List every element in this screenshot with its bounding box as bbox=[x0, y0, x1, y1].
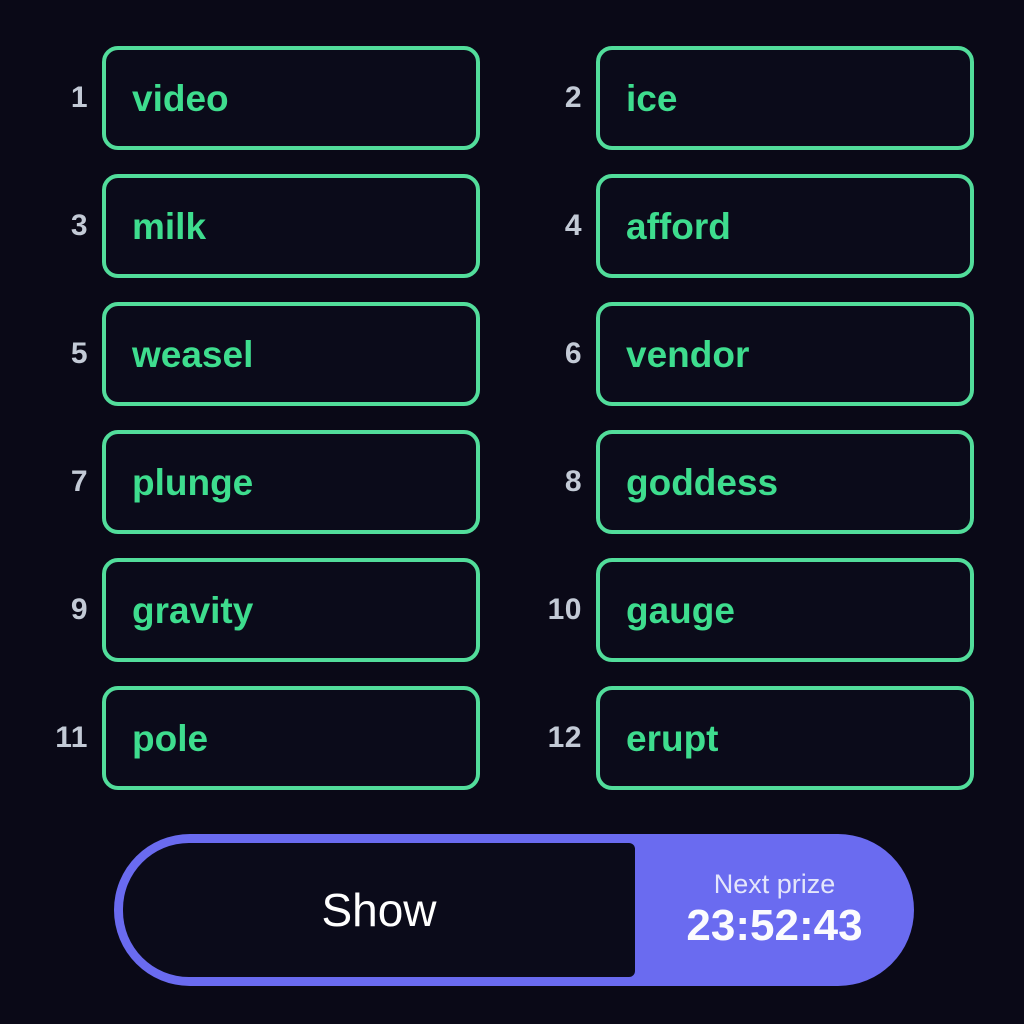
word-row: 12 erupt bbox=[544, 684, 974, 792]
action-bar: Show Next prize 23:52:43 bbox=[114, 834, 914, 986]
word-box[interactable]: gravity bbox=[102, 558, 480, 662]
word-box[interactable]: milk bbox=[102, 174, 480, 278]
word-box[interactable]: goddess bbox=[596, 430, 974, 534]
word-label: erupt bbox=[626, 717, 719, 759]
word-label: weasel bbox=[132, 333, 254, 375]
word-box[interactable]: erupt bbox=[596, 686, 974, 790]
word-row: 6 vendor bbox=[544, 300, 974, 408]
word-index: 2 bbox=[564, 81, 582, 114]
word-index: 6 bbox=[564, 337, 582, 370]
word-label: milk bbox=[132, 205, 207, 247]
word-box[interactable]: video bbox=[102, 46, 480, 150]
word-row: 5 weasel bbox=[50, 300, 480, 408]
word-row: 11 pole bbox=[50, 684, 480, 792]
app-screen: 1 video 2 ice 3 milk 4 afford 5 weasel 6… bbox=[0, 0, 1024, 1024]
word-label: vendor bbox=[626, 333, 750, 375]
word-box[interactable]: vendor bbox=[596, 302, 974, 406]
word-box[interactable]: pole bbox=[102, 686, 480, 790]
word-label: gauge bbox=[626, 589, 735, 631]
word-index: 10 bbox=[547, 593, 582, 626]
word-index: 12 bbox=[547, 721, 582, 754]
word-box[interactable]: gauge bbox=[596, 558, 974, 662]
word-label: gravity bbox=[132, 589, 254, 631]
word-box[interactable]: plunge bbox=[102, 430, 480, 534]
word-label: ice bbox=[626, 77, 678, 119]
word-grid: 1 video 2 ice 3 milk 4 afford 5 weasel 6… bbox=[50, 44, 974, 792]
word-row: 3 milk bbox=[50, 172, 480, 280]
show-button-label: Show bbox=[321, 884, 437, 936]
word-row: 8 goddess bbox=[544, 428, 974, 536]
word-label: pole bbox=[132, 717, 209, 759]
word-box[interactable]: ice bbox=[596, 46, 974, 150]
word-index: 5 bbox=[70, 337, 88, 370]
word-index: 7 bbox=[70, 465, 88, 498]
word-index: 1 bbox=[70, 81, 88, 114]
word-row: 2 ice bbox=[544, 44, 974, 152]
word-label: video bbox=[132, 77, 229, 119]
word-row: 4 afford bbox=[544, 172, 974, 280]
word-index: 9 bbox=[70, 593, 88, 626]
next-prize-label: Next prize bbox=[713, 868, 836, 899]
word-row: 9 gravity bbox=[50, 556, 480, 664]
word-label: goddess bbox=[626, 461, 779, 503]
word-index: 4 bbox=[564, 209, 582, 242]
show-button[interactable]: Show bbox=[123, 843, 635, 977]
word-row: 7 plunge bbox=[50, 428, 480, 536]
next-prize-timer: 23:52:43 bbox=[686, 900, 863, 950]
word-label: afford bbox=[626, 205, 731, 247]
next-prize-panel[interactable]: Next prize 23:52:43 bbox=[635, 843, 914, 977]
word-row: 1 video bbox=[50, 44, 480, 152]
word-box[interactable]: afford bbox=[596, 174, 974, 278]
word-row: 10 gauge bbox=[544, 556, 974, 664]
word-index: 3 bbox=[70, 209, 88, 242]
word-box[interactable]: weasel bbox=[102, 302, 480, 406]
word-index: 11 bbox=[55, 721, 88, 754]
word-index: 8 bbox=[564, 465, 582, 498]
word-label: plunge bbox=[132, 461, 254, 503]
